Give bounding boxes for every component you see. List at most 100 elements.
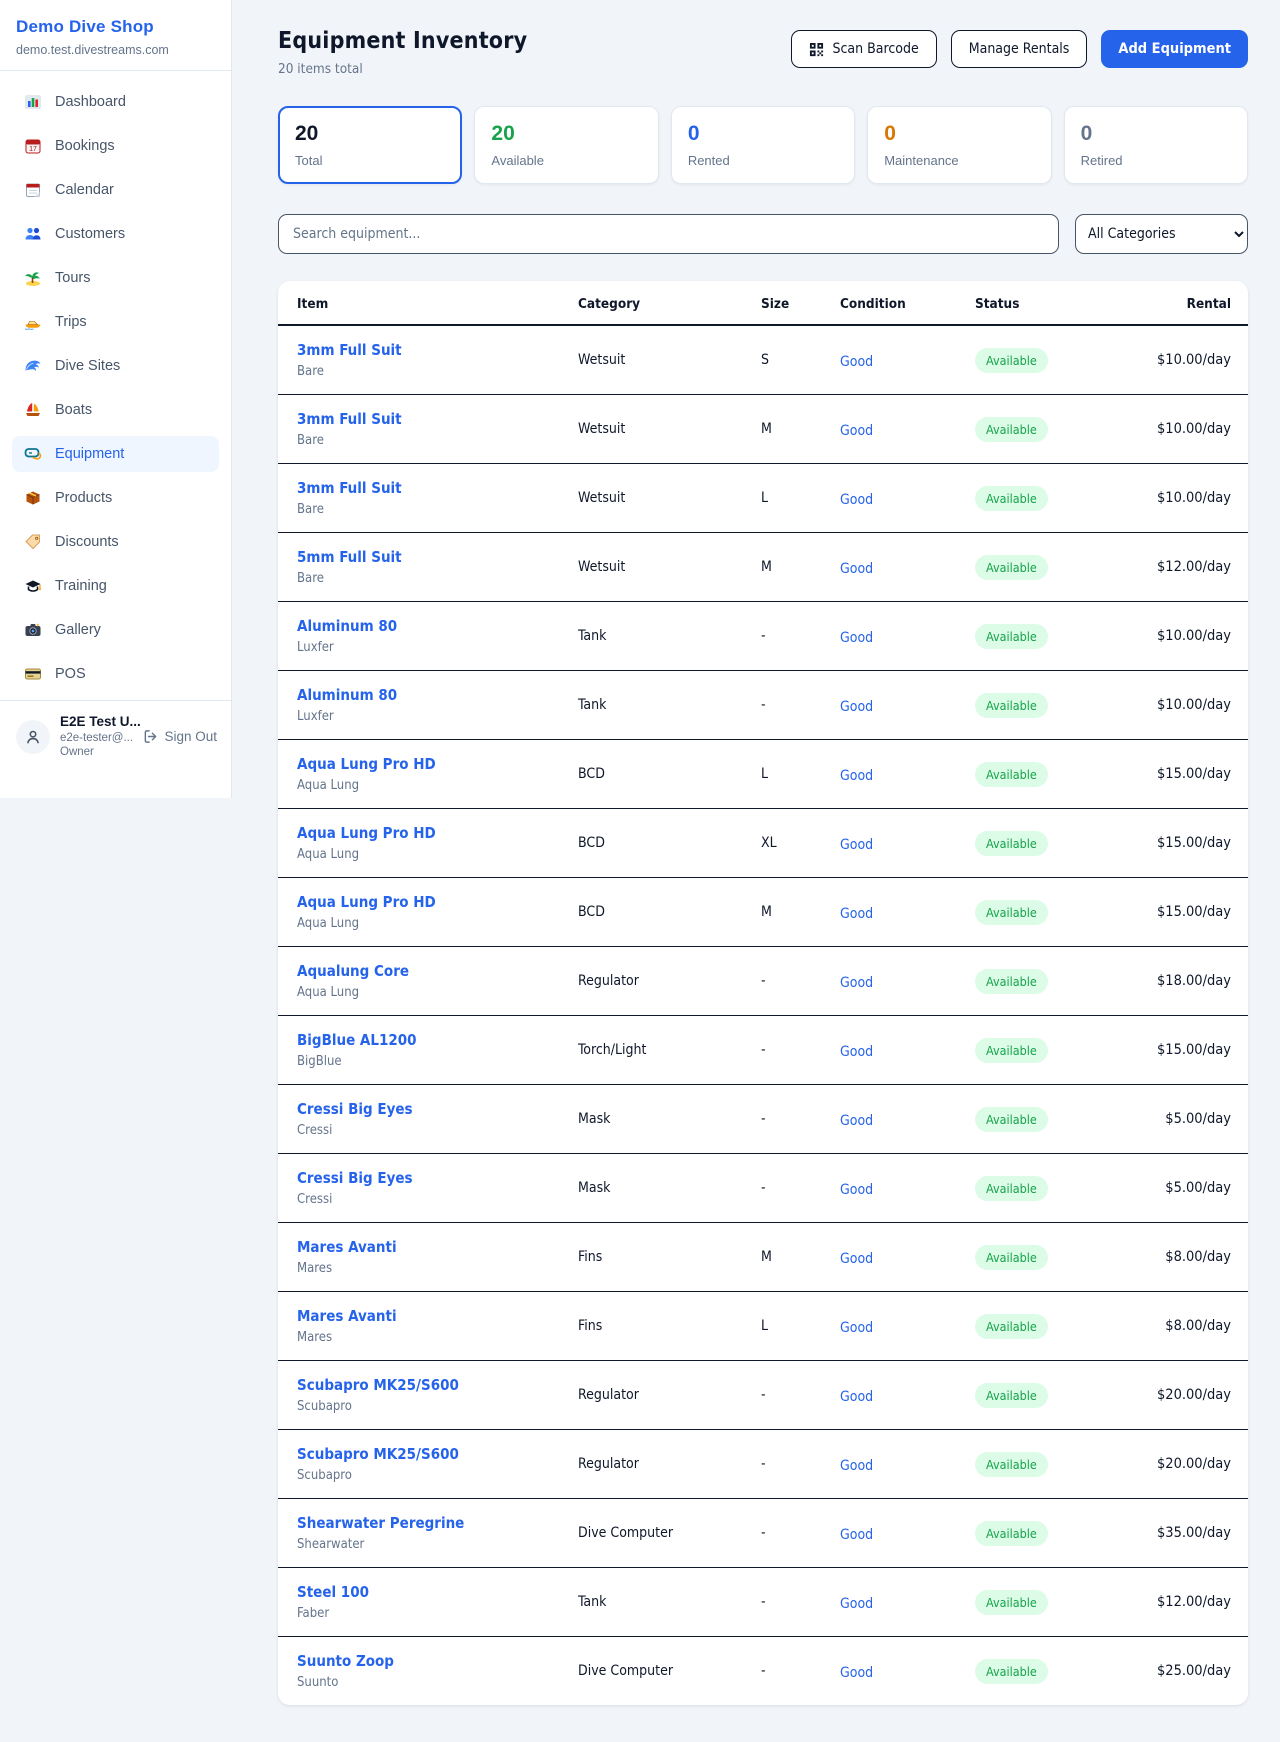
item-brand: Bare [297,433,578,448]
condition-link[interactable]: Good [840,699,873,715]
item-name-link[interactable]: Cressi Big Eyes [297,1100,578,1118]
condition-link[interactable]: Good [840,1389,873,1405]
stat-card[interactable]: 20 Total [278,106,462,184]
item-name-link[interactable]: 3mm Full Suit [297,410,578,428]
item-brand: Suunto [297,1675,578,1690]
condition-link[interactable]: Good [840,1044,873,1060]
stat-card[interactable]: 0 Retired [1064,106,1248,184]
sidebar-item-label: Trips [55,314,87,330]
table-row: 3mm Full Suit Bare Wetsuit S Good Availa… [278,325,1248,395]
palm-island-icon [24,269,42,287]
sidebar-item-customers[interactable]: Customers [12,216,219,252]
item-name-link[interactable]: Aqua Lung Pro HD [297,755,578,773]
condition-link[interactable]: Good [840,1113,873,1129]
sidebar-item-boats[interactable]: Boats [12,392,219,428]
condition-link[interactable]: Good [840,1527,873,1543]
rental-price: $8.00/day [1125,1292,1248,1361]
item-size: M [761,533,840,602]
col-status: Status [975,281,1125,325]
condition-link[interactable]: Good [840,630,873,646]
status-badge: Available [975,693,1048,718]
condition-link[interactable]: Good [840,1596,873,1612]
sidebar-item-tours[interactable]: Tours [12,260,219,296]
condition-link[interactable]: Good [840,1458,873,1474]
sidebar-item-dashboard[interactable]: Dashboard [12,84,219,120]
sidebar-item-calendar[interactable]: Calendar [12,172,219,208]
sidebar-item-equipment[interactable]: Equipment [12,436,219,472]
rental-price: $15.00/day [1125,740,1248,809]
sidebar-item-gallery[interactable]: Gallery [12,612,219,648]
condition-link[interactable]: Good [840,423,873,439]
item-category: BCD [578,809,761,878]
item-name-link[interactable]: Mares Avanti [297,1238,578,1256]
calendar-date-icon [24,137,42,155]
sidebar-item-trips[interactable]: Trips [12,304,219,340]
item-category: Wetsuit [578,464,761,533]
sidebar-item-discounts[interactable]: Discounts [12,524,219,560]
scan-barcode-button[interactable]: Scan Barcode [791,30,937,68]
condition-link[interactable]: Good [840,561,873,577]
item-name-link[interactable]: Aqua Lung Pro HD [297,824,578,842]
status-badge: Available [975,969,1048,994]
sidebar-item-bookings[interactable]: Bookings [12,128,219,164]
search-input[interactable] [278,214,1059,254]
item-name-link[interactable]: Suunto Zoop [297,1652,578,1670]
camera-icon [24,621,42,639]
item-brand: Aqua Lung [297,916,578,931]
item-size: - [761,1499,840,1568]
table-row: Steel 100 Faber Tank - Good Available $1… [278,1568,1248,1637]
table-row: Suunto Zoop Suunto Dive Computer - Good … [278,1637,1248,1706]
item-name-link[interactable]: Shearwater Peregrine [297,1514,578,1532]
sidebar-item-label: Discounts [55,534,119,550]
sidebar-item-label: Boats [55,402,92,418]
qr-code-icon [809,42,824,57]
item-name-link[interactable]: Aqua Lung Pro HD [297,893,578,911]
brand-block: Demo Dive Shop demo.test.divestreams.com [0,0,231,71]
condition-link[interactable]: Good [840,837,873,853]
sidebar-item-training[interactable]: Training [12,568,219,604]
item-name-link[interactable]: 5mm Full Suit [297,548,578,566]
condition-link[interactable]: Good [840,354,873,370]
condition-link[interactable]: Good [840,1665,873,1681]
table-row: Mares Avanti Mares Fins M Good Available… [278,1223,1248,1292]
sidebar-nav: Dashboard Bookings Calendar Cust [0,71,231,692]
status-badge: Available [975,1176,1048,1201]
sidebar-item-products[interactable]: Products [12,480,219,516]
item-name-link[interactable]: 3mm Full Suit [297,341,578,359]
item-name-link[interactable]: Cressi Big Eyes [297,1169,578,1187]
item-name-link[interactable]: 3mm Full Suit [297,479,578,497]
tag-icon [24,533,42,551]
main-content: Equipment Inventory 20 items total Scan … [232,0,1280,1705]
table-row: BigBlue AL1200 BigBlue Torch/Light - Goo… [278,1016,1248,1085]
item-name-link[interactable]: Mares Avanti [297,1307,578,1325]
item-name-link[interactable]: Scubapro MK25/S600 [297,1445,578,1463]
condition-link[interactable]: Good [840,975,873,991]
item-name-link[interactable]: Aluminum 80 [297,617,578,635]
stat-card[interactable]: 0 Rented [671,106,855,184]
sign-out-button[interactable]: Sign Out [143,729,217,744]
item-name-link[interactable]: Scubapro MK25/S600 [297,1376,578,1394]
item-category: Dive Computer [578,1499,761,1568]
condition-link[interactable]: Good [840,768,873,784]
condition-link[interactable]: Good [840,1182,873,1198]
wave-icon [24,357,42,375]
item-name-link[interactable]: Aluminum 80 [297,686,578,704]
status-badge: Available [975,1245,1048,1270]
item-name-link[interactable]: BigBlue AL1200 [297,1031,578,1049]
sidebar-item-dive-sites[interactable]: Dive Sites [12,348,219,384]
condition-link[interactable]: Good [840,1251,873,1267]
condition-link[interactable]: Good [840,492,873,508]
condition-link[interactable]: Good [840,1320,873,1336]
stat-card[interactable]: 0 Maintenance [867,106,1051,184]
condition-link[interactable]: Good [840,906,873,922]
rental-price: $15.00/day [1125,1016,1248,1085]
item-name-link[interactable]: Steel 100 [297,1583,578,1601]
col-item: Item [278,281,578,325]
equipment-table: Item Category Size Condition Status Rent… [278,281,1248,1705]
sidebar-item-pos[interactable]: POS [12,656,219,692]
manage-rentals-button[interactable]: Manage Rentals [951,30,1088,68]
category-filter[interactable]: All Categories [1075,214,1248,254]
stat-card[interactable]: 20 Available [474,106,658,184]
item-name-link[interactable]: Aqualung Core [297,962,578,980]
add-equipment-button[interactable]: Add Equipment [1101,30,1248,68]
